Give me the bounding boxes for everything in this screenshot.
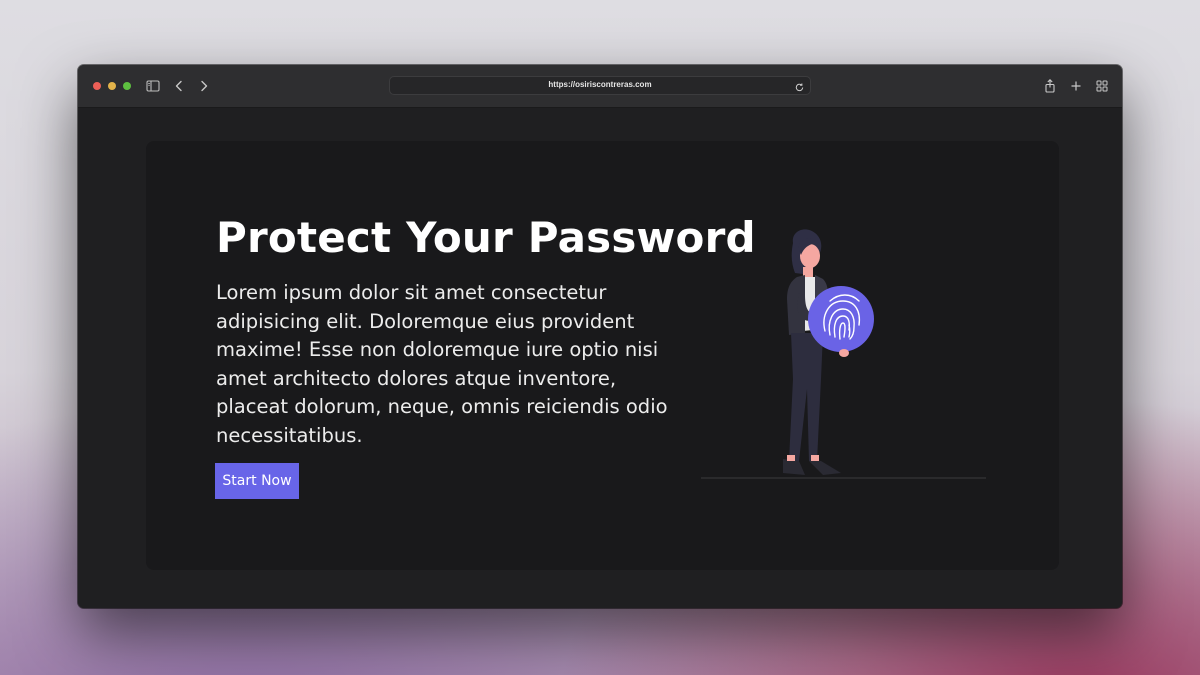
- share-icon[interactable]: [1042, 78, 1058, 94]
- minimize-window-button[interactable]: [108, 82, 116, 90]
- page-content: Protect Your Password Lorem ipsum dolor …: [78, 108, 1122, 608]
- url-text: https://osiriscontreras.com: [548, 80, 652, 89]
- new-tab-icon[interactable]: [1068, 78, 1084, 94]
- hero-card: Protect Your Password Lorem ipsum dolor …: [146, 141, 1059, 570]
- zoom-window-button[interactable]: [123, 82, 131, 90]
- start-now-button[interactable]: Start Now: [215, 463, 299, 499]
- close-window-button[interactable]: [93, 82, 101, 90]
- browser-toolbar: https://osiriscontreras.com: [78, 65, 1122, 108]
- tab-overview-icon[interactable]: [1094, 78, 1110, 94]
- hero-description: Lorem ipsum dolor sit amet consectetur a…: [216, 281, 668, 447]
- reload-icon[interactable]: [794, 80, 805, 92]
- back-icon[interactable]: [171, 78, 187, 94]
- sidebar-icon[interactable]: [145, 78, 161, 94]
- browser-window: https://osiriscontreras.com Protect Your…: [78, 65, 1122, 608]
- address-bar[interactable]: https://osiriscontreras.com: [389, 76, 811, 95]
- forward-icon[interactable]: [196, 78, 212, 94]
- hero-title: Protect Your Password: [216, 213, 756, 262]
- person-holding-fingerprint-illustration: [699, 229, 989, 481]
